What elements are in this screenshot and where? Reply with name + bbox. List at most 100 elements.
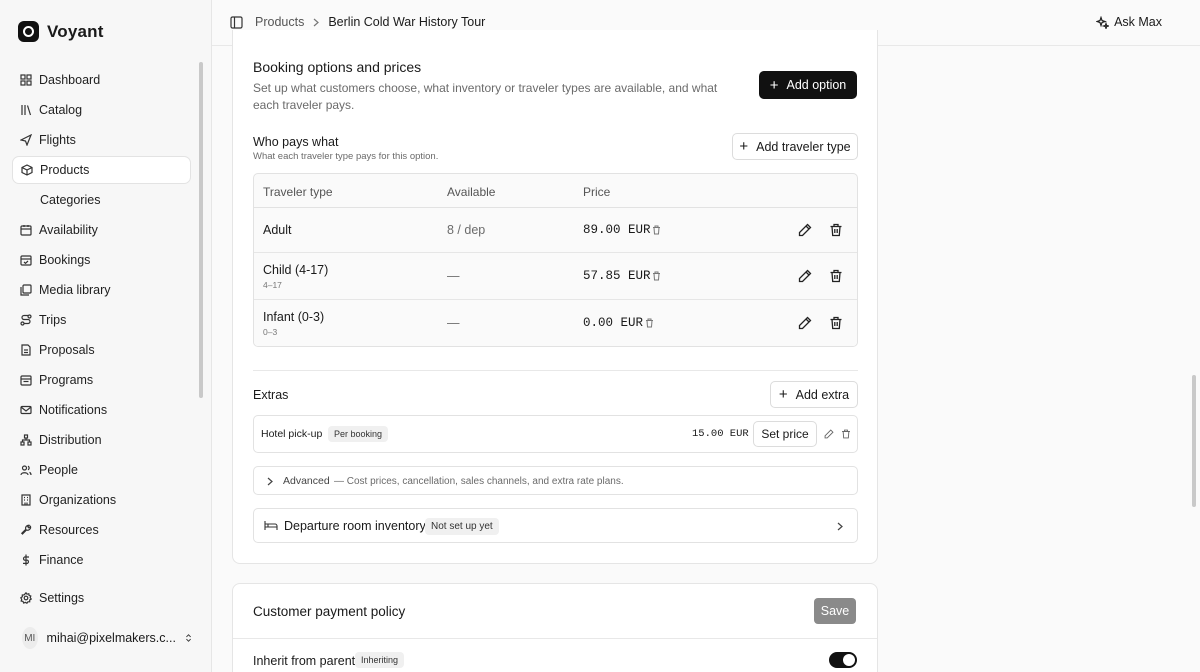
room-inventory-label: Departure room inventory <box>284 519 426 533</box>
set-price-button[interactable]: Set price <box>753 421 817 447</box>
sidebar-item-label: Settings <box>39 591 85 605</box>
payment-policy-title: Customer payment policy <box>253 604 406 619</box>
sidebar-item-label: Proposals <box>39 343 95 357</box>
price-value: 57.85 EUR <box>583 269 651 283</box>
ask-max-button[interactable]: Ask Max <box>1096 15 1162 29</box>
add-option-button[interactable]: + Add option <box>759 71 857 99</box>
sidebar-item-dashboard[interactable]: Dashboard <box>12 66 191 94</box>
sidebar-item-label: Finance <box>39 553 84 567</box>
sidebar-item-settings[interactable]: Settings <box>12 584 191 612</box>
sidebar-item-finance[interactable]: Finance <box>12 546 191 574</box>
breadcrumb-item-current: Berlin Cold War History Tour <box>328 15 486 29</box>
sidebar-item-label: Bookings <box>39 253 91 267</box>
breadcrumb-item-products[interactable]: Products <box>255 15 304 29</box>
sidebar-item-bookings[interactable]: Bookings <box>12 246 191 274</box>
user-menu[interactable]: MI mihai@pixelmakers.c... <box>22 627 192 649</box>
payment-policy-card: Customer payment policy Save Inherit fro… <box>232 583 878 672</box>
app-logo[interactable]: Voyant <box>18 21 104 42</box>
divider <box>253 370 858 371</box>
plus-icon: + <box>778 386 788 403</box>
sidebar-item-products[interactable]: Products <box>12 156 191 184</box>
sidebar-item-label: Resources <box>39 523 99 537</box>
save-button[interactable]: Save <box>814 598 856 624</box>
avatar: MI <box>22 627 38 649</box>
room-inventory-row[interactable]: Departure room inventory Not set up yet <box>253 508 858 543</box>
advanced-label: Advanced <box>283 475 330 487</box>
trash-icon[interactable] <box>829 316 843 330</box>
traveler-type-name: Adult <box>263 223 292 237</box>
section-title: Booking options and prices <box>253 59 422 75</box>
extra-item: Hotel pick-up Per booking 15.00 EUR Set … <box>253 415 858 453</box>
calendar-icon <box>20 225 32 236</box>
pencil-icon[interactable] <box>798 316 812 330</box>
age-range: 4–17 <box>263 280 282 290</box>
sidebar-item-organizations[interactable]: Organizations <box>12 486 191 514</box>
inherit-label: Inherit from parent <box>253 654 356 668</box>
trash-icon[interactable] <box>841 429 851 439</box>
bed-icon <box>264 521 278 530</box>
grid-icon <box>20 74 32 86</box>
trash-small-icon[interactable] <box>652 271 661 281</box>
sidebar-item-categories[interactable]: Categories <box>12 186 191 214</box>
building-icon <box>21 494 31 506</box>
route-icon <box>20 314 32 326</box>
pencil-icon[interactable] <box>798 223 812 237</box>
add-traveler-type-button[interactable]: + Add traveler type <box>732 133 858 160</box>
sidebar-scrollbar[interactable] <box>199 62 203 398</box>
file-icon <box>21 344 31 356</box>
sidebar-item-proposals[interactable]: Proposals <box>12 336 191 364</box>
gear-icon <box>20 592 32 604</box>
inherit-toggle[interactable] <box>829 652 857 668</box>
calendar-check-icon <box>20 255 32 266</box>
sidebar-item-distribution[interactable]: Distribution <box>12 426 191 454</box>
sidebar-item-catalog[interactable]: Catalog <box>12 96 191 124</box>
wrench-icon <box>20 524 32 535</box>
sparkles-icon <box>1096 15 1110 29</box>
sidebar-item-label: Notifications <box>39 403 108 417</box>
plus-icon: + <box>739 138 749 155</box>
availability-value: — <box>447 316 460 330</box>
table-header: Traveler type Available Price <box>254 174 857 208</box>
extra-badge: Per booking <box>328 426 389 442</box>
pencil-icon[interactable] <box>798 269 812 283</box>
sidebar: Voyant Dashboard Catalog Flights Product… <box>0 0 212 672</box>
section-description: Set up what customers choose, what inven… <box>253 81 718 112</box>
trash-icon[interactable] <box>829 223 843 237</box>
trash-small-icon[interactable] <box>652 225 661 235</box>
price-value: 0.00 EUR <box>583 316 644 330</box>
traveler-pricing-table: Traveler type Available Price Adult 8 / … <box>253 173 858 347</box>
main-scrollbar[interactable] <box>1192 375 1196 507</box>
table-row: Child (4-17) 4–17 — 57.85 EUR <box>254 253 857 300</box>
sidebar-item-label: People <box>39 463 78 477</box>
add-extra-button[interactable]: + Add extra <box>770 381 858 408</box>
divider <box>233 638 877 639</box>
sidebar-item-label: Categories <box>40 193 101 207</box>
app-name: Voyant <box>47 21 104 41</box>
sidebar-item-resources[interactable]: Resources <box>12 516 191 544</box>
sidebar-item-flights[interactable]: Flights <box>12 126 191 154</box>
sidebar-item-availability[interactable]: Availability <box>12 216 191 244</box>
advanced-section-toggle[interactable]: Advanced — Cost prices, cancellation, sa… <box>253 466 858 495</box>
sidebar-item-label: Trips <box>39 313 67 327</box>
pencil-icon[interactable] <box>824 429 834 439</box>
sidebar-toggle-icon[interactable] <box>230 16 243 29</box>
logo-mark-icon <box>18 21 39 42</box>
trash-small-icon[interactable] <box>645 318 654 328</box>
add-option-label: Add option <box>786 78 847 92</box>
sidebar-item-label: Catalog <box>39 103 83 117</box>
images-icon <box>20 284 32 296</box>
breadcrumb: Products Berlin Cold War History Tour <box>255 15 485 29</box>
sidebar-item-people[interactable]: People <box>12 456 191 484</box>
sidebar-item-media-library[interactable]: Media library <box>12 276 191 304</box>
traveler-type-name: Infant (0-3) <box>263 310 325 324</box>
table-row: Adult 8 / dep 89.00 EUR <box>254 208 857 253</box>
table-row: Infant (0-3) 0–3 — 0.00 EUR <box>254 300 857 346</box>
room-inventory-status-badge: Not set up yet <box>425 518 499 535</box>
users-icon <box>20 465 32 476</box>
trash-icon[interactable] <box>829 269 843 283</box>
sidebar-item-programs[interactable]: Programs <box>12 366 191 394</box>
sidebar-item-notifications[interactable]: Notifications <box>12 396 191 424</box>
sidebar-item-trips[interactable]: Trips <box>12 306 191 334</box>
package-icon <box>21 164 33 176</box>
calendar-range-icon <box>20 375 32 386</box>
